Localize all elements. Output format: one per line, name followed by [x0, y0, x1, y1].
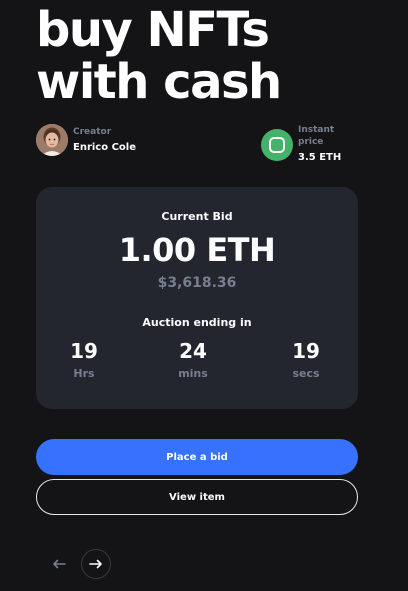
hero-title: buy NFTs with cash [36, 2, 282, 110]
arrow-left-icon [53, 559, 66, 569]
page: buy NFTs with cash Creator Enrico Cole I… [0, 0, 408, 591]
timer-minutes-value: 24 [179, 339, 207, 363]
timer-hours-unit: Hrs [73, 367, 95, 380]
instant-price-text: Instant price 3.5 ETH [298, 124, 358, 165]
timer-seconds-unit: secs [292, 367, 320, 380]
auction-ending-label: Auction ending in [142, 316, 252, 329]
arrow-right-icon [89, 559, 102, 569]
current-bid-label: Current Bid [161, 210, 233, 223]
instant-price-value: 3.5 ETH [298, 152, 342, 163]
creator-name: Enrico Cole [73, 141, 137, 153]
instant-price-info: Instant price 3.5 ETH [261, 124, 358, 165]
timer-minutes: 24 mins [163, 339, 223, 380]
current-bid-usd: $3,618.36 [157, 275, 237, 291]
timer-hours-value: 19 [70, 339, 98, 363]
timer-minutes-unit: mins [178, 367, 208, 380]
rounded-square-icon-inner [269, 136, 285, 153]
hero-title-line-2: with cash [36, 54, 282, 110]
timer-seconds: 19 secs [276, 339, 336, 380]
timer-seconds-value: 19 [292, 339, 320, 363]
rounded-square-icon [261, 128, 293, 161]
prev-slide-button[interactable] [44, 549, 74, 579]
avatar [36, 124, 68, 156]
hero-title-line-1: buy NFTs [36, 2, 270, 58]
next-slide-button[interactable] [81, 549, 111, 579]
instant-price-label: Instant price [298, 125, 335, 147]
meta-row: Creator Enrico Cole Instant price 3.5 ET… [36, 124, 358, 163]
avatar-photo [36, 124, 68, 156]
creator-label: Creator [73, 126, 112, 137]
place-bid-button[interactable]: Place a bid [36, 439, 358, 475]
view-item-button[interactable]: View item [36, 479, 358, 515]
current-bid-eth: 1.00 ETH [118, 231, 276, 269]
creator-text: Creator Enrico Cole [73, 126, 136, 155]
bid-card: Current Bid 1.00 ETH $3,618.36 Auction e… [36, 187, 358, 409]
timer-hours: 19 Hrs [54, 339, 114, 380]
creator-info[interactable]: Creator Enrico Cole [36, 124, 136, 156]
